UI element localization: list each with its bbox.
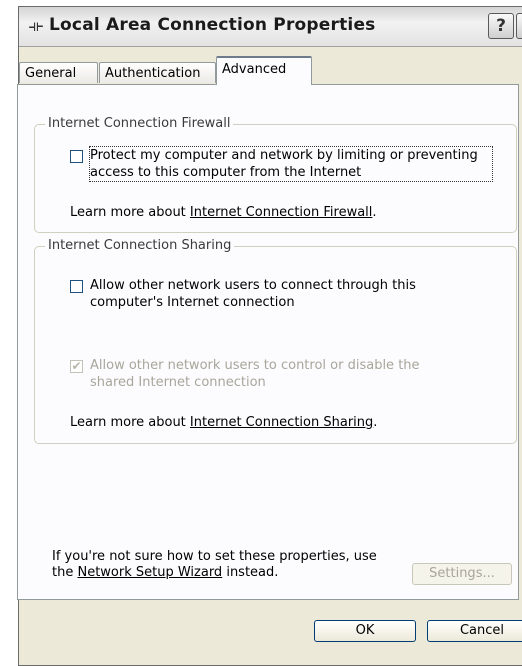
allow-connect-checkbox[interactable] [70,280,83,293]
tab-general[interactable]: General [19,62,98,83]
window-title: Local Area Connection Properties [49,15,376,35]
wizard-note: If you're not sure how to set these prop… [52,549,377,581]
settings-button[interactable]: Settings... [412,563,512,585]
tab-advanced[interactable]: Advanced [216,56,312,85]
tab-authentication[interactable]: Authentication [99,62,216,83]
allow-control-label-line1: Allow other network users to control or … [90,358,420,373]
protect-computer-label-line1: Protect my computer and network by limit… [90,148,478,163]
checkmark-icon: ✔ [71,359,82,373]
firewall-group-title: Internet Connection Firewall [45,116,234,131]
wizard-note-line1: If you're not sure how to set these prop… [52,549,377,564]
close-button[interactable]: ✕ [516,13,522,39]
firewall-help-link[interactable]: Internet Connection Firewall [190,205,372,220]
allow-connect-label-line1: Allow other network users to connect thr… [90,278,416,293]
firewall-learn-suffix: . [372,205,377,220]
sharing-group-title: Internet Connection Sharing [45,238,235,253]
allow-control-label: Allow other network users to control or … [90,357,420,391]
allow-connect-label[interactable]: Allow other network users to connect thr… [90,277,416,311]
firewall-learn-prefix: Learn more about [70,205,190,220]
allow-control-label-line2: shared Internet connection [90,375,266,390]
protect-computer-label-line2: access to this computer from the Interne… [90,165,362,180]
wizard-note-suffix: instead. [222,565,279,580]
protect-computer-label[interactable]: Protect my computer and network by limit… [89,146,493,182]
sharing-learn-prefix: Learn more about [70,415,190,430]
title-bar[interactable]: ⟛ Local Area Connection Properties ? ✕ [19,7,522,47]
help-button[interactable]: ? [488,13,514,39]
wizard-note-prefix: the [52,565,78,580]
protect-computer-checkbox[interactable] [70,150,83,163]
sharing-learn-suffix: . [373,415,378,430]
allow-connect-label-line2: computer's Internet connection [90,295,295,310]
sharing-learn-more: Learn more about Internet Connection Sha… [70,414,377,431]
cancel-button[interactable]: Cancel [427,620,522,642]
network-setup-wizard-link[interactable]: Network Setup Wizard [77,565,222,580]
sharing-help-link[interactable]: Internet Connection Sharing [190,415,373,430]
firewall-learn-more: Learn more about Internet Connection Fir… [70,204,377,221]
allow-control-checkbox[interactable]: ✔ [70,360,83,373]
ok-button[interactable]: OK [314,620,416,642]
network-connection-icon: ⟛ [28,16,44,35]
